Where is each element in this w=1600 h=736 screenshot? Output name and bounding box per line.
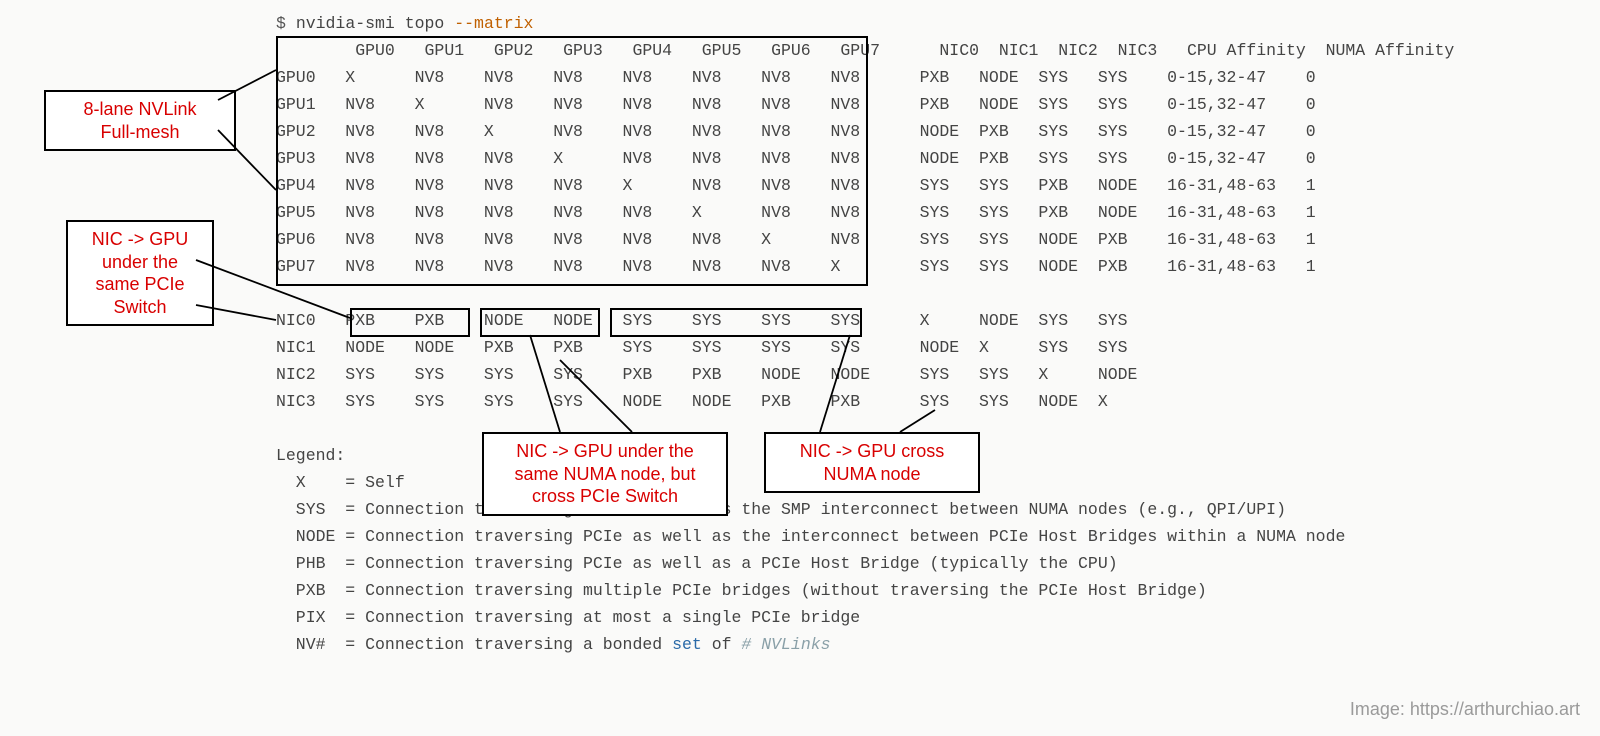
callout-numa-same: NIC -> GPU under thesame NUMA node, butc…	[482, 432, 728, 516]
image-attribution: Image: https://arthurchiao.art	[1350, 699, 1580, 720]
callout-nvlink: 8-lane NVLinkFull-mesh	[44, 90, 236, 151]
callout-pcie-switch: NIC -> GPUunder thesame PCIeSwitch	[66, 220, 214, 326]
terminal-output: $ nvidia-smi topo --matrix GPU0 GPU1 GPU…	[276, 10, 1454, 658]
callout-numa-cross: NIC -> GPU crossNUMA node	[764, 432, 980, 493]
